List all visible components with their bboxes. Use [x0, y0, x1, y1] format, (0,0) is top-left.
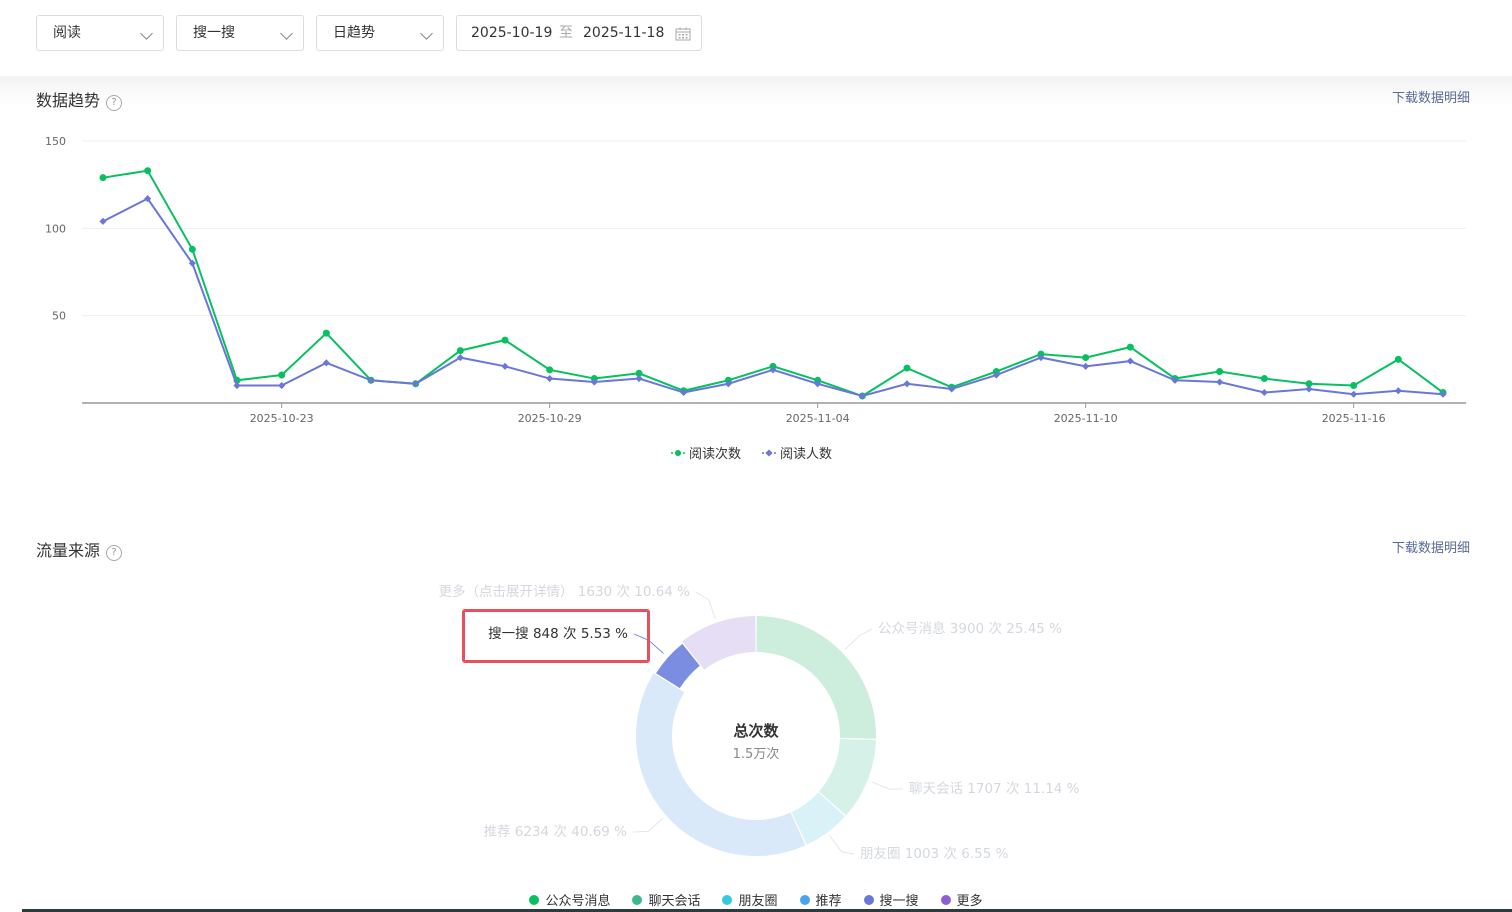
- data-point-reads[interactable]: [546, 366, 554, 374]
- y-tick-label: 150: [45, 135, 66, 148]
- data-point-reads[interactable]: [1394, 355, 1402, 363]
- legend-item-search[interactable]: 搜一搜: [863, 890, 919, 909]
- data-point-reads[interactable]: [144, 167, 152, 175]
- data-point-reads[interactable]: [322, 329, 330, 337]
- x-tick-label: 2025-11-16: [1322, 412, 1386, 425]
- data-point-reads[interactable]: [1126, 343, 1134, 351]
- data-point-reads[interactable]: [99, 174, 107, 182]
- source-section-title: 流量来源?: [36, 537, 123, 561]
- slice-label: 聊天会话 1707 次 11.14 %: [909, 781, 1080, 797]
- data-point-reads[interactable]: [501, 336, 509, 344]
- data-point-readers[interactable]: [1394, 387, 1402, 395]
- help-icon[interactable]: ?: [106, 545, 123, 561]
- donut-center-value: 1.5万次: [732, 747, 780, 762]
- x-tick-label: 2025-10-23: [250, 412, 314, 425]
- data-point-reads[interactable]: [1260, 375, 1268, 383]
- donut-center-title: 总次数: [733, 722, 779, 740]
- data-point-reads[interactable]: [1216, 368, 1224, 376]
- source-legend: 公众号消息 聊天会话 朋友圈 推荐 搜一搜 更多: [0, 890, 1512, 909]
- legend-label: 更多: [956, 894, 983, 909]
- label-leader-line: [632, 817, 664, 833]
- legend-label: 朋友圈: [738, 894, 778, 909]
- legend-dot-icon: [940, 894, 951, 905]
- data-point-readers[interactable]: [1126, 357, 1134, 365]
- legend-label: 推荐: [815, 894, 842, 909]
- slice-label: 公众号消息 3900 次 25.45 %: [878, 620, 1062, 637]
- source-title-text: 流量来源: [36, 541, 101, 560]
- data-point-readers[interactable]: [501, 362, 509, 370]
- source-download-link[interactable]: 下载数据明细: [1392, 537, 1470, 556]
- data-point-readers[interactable]: [1082, 362, 1090, 370]
- data-point-reads[interactable]: [278, 371, 286, 379]
- data-point-reads[interactable]: [1350, 382, 1358, 390]
- legend-label-reads: 阅读次数: [689, 447, 742, 462]
- label-leader-line: [844, 628, 873, 650]
- legend-dot-icon: [722, 894, 733, 905]
- series-line-0: [102, 169, 1444, 398]
- legend-item-chat[interactable]: 聊天会话: [632, 890, 700, 909]
- x-tick-label: 2025-10-29: [518, 412, 582, 425]
- data-point-readers[interactable]: [1216, 378, 1224, 386]
- legend-dot-icon: [863, 894, 874, 905]
- data-point-readers[interactable]: [1260, 388, 1268, 397]
- legend-label: 聊天会话: [648, 894, 701, 909]
- x-tick-label: 2025-11-04: [786, 412, 850, 425]
- data-point-reads[interactable]: [903, 364, 911, 372]
- data-point-reads[interactable]: [1082, 354, 1090, 362]
- trend-legend: 阅读次数 阅读人数: [670, 443, 852, 462]
- legend-dot-icon: [799, 894, 810, 905]
- legend-dot-icon: [632, 894, 643, 905]
- legend-item-reads[interactable]: 阅读次数: [670, 443, 741, 462]
- label-leader-line: [695, 591, 716, 620]
- x-tick-label: 2025-11-10: [1054, 412, 1118, 425]
- legend-item-recommend[interactable]: 推荐: [799, 890, 842, 909]
- data-point-readers[interactable]: [278, 381, 286, 390]
- legend-line-icon: [762, 448, 777, 457]
- legend-dot-icon: [529, 894, 540, 905]
- trend-line-chart: 50 100 150 2025-10-23 2025-10-29 2025-11-04 20…: [45, 135, 1466, 425]
- data-point-readers[interactable]: [546, 375, 554, 383]
- data-point-readers[interactable]: [322, 359, 330, 367]
- slice-label: 更多（点击展开详情） 1630 次 10.64 %: [439, 583, 691, 600]
- data-point-reads[interactable]: [456, 347, 464, 355]
- data-point-readers[interactable]: [1305, 385, 1313, 393]
- label-leader-line: [829, 835, 855, 855]
- data-point-readers[interactable]: [99, 217, 107, 225]
- highlight-box: [462, 609, 650, 663]
- donut-slice-推荐[interactable]: [636, 673, 806, 856]
- legend-label-readers: 阅读人数: [780, 447, 833, 462]
- legend-label: 公众号消息: [545, 894, 611, 909]
- legend-item-official-msg[interactable]: 公众号消息: [529, 890, 610, 909]
- legend-line-icon: [671, 449, 685, 456]
- legend-item-moments[interactable]: 朋友圈: [722, 890, 778, 909]
- data-point-reads[interactable]: [188, 245, 196, 253]
- legend-item-readers[interactable]: 阅读人数: [761, 443, 832, 462]
- label-leader-line: [871, 781, 904, 790]
- legend-item-more[interactable]: 更多: [940, 890, 983, 909]
- slice-label: 朋友圈 1003 次 6.55 %: [860, 846, 1009, 862]
- data-point-readers[interactable]: [233, 381, 241, 390]
- legend-label: 搜一搜: [879, 894, 919, 909]
- data-point-readers[interactable]: [635, 375, 643, 383]
- slice-label: 推荐 6234 次 40.69 %: [484, 824, 628, 840]
- y-tick-label: 50: [52, 310, 66, 323]
- data-point-readers[interactable]: [1350, 390, 1358, 398]
- data-point-readers[interactable]: [903, 380, 911, 388]
- y-tick-label: 100: [45, 222, 66, 235]
